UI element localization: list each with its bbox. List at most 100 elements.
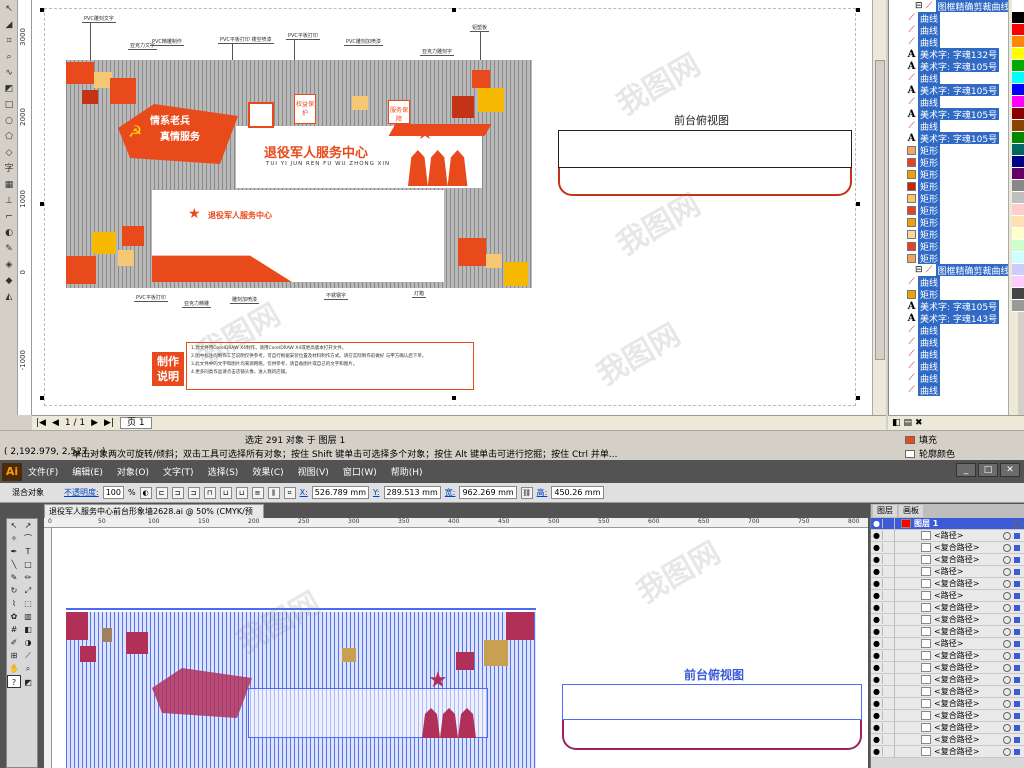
object-row[interactable]: ⟋ 曲线 <box>889 96 1008 108</box>
visibility-eye-icon[interactable]: ● <box>871 627 883 636</box>
object-row[interactable]: 矩形 <box>889 180 1008 192</box>
gradient-tool-icon[interactable]: ◧ <box>21 623 35 636</box>
target-circle-icon[interactable] <box>1003 639 1011 648</box>
object-row[interactable]: 矩形 <box>889 204 1008 216</box>
lock-toggle[interactable] <box>883 625 895 638</box>
ellipse-tool-icon[interactable]: ○ <box>2 114 16 128</box>
align-left-icon[interactable]: ⊏ <box>155 486 168 499</box>
opacity-input[interactable]: 100 <box>102 486 124 499</box>
object-row[interactable]: ⟋ 曲线 <box>889 24 1008 36</box>
visibility-eye-icon[interactable]: ● <box>871 747 883 756</box>
lock-toggle[interactable] <box>883 661 895 674</box>
interactive-fill-icon[interactable]: ◭ <box>2 290 16 304</box>
target-circle-icon[interactable] <box>1003 735 1011 744</box>
visibility-eye-icon[interactable]: ● <box>871 639 883 648</box>
new-layer-icon[interactable]: ◧ <box>892 418 901 428</box>
palette-swatch[interactable] <box>1012 72 1024 84</box>
sublayer-row[interactable]: ● <复合路径> <box>871 673 1024 686</box>
palette-swatch[interactable] <box>1012 252 1024 264</box>
lock-toggle[interactable] <box>883 601 895 614</box>
fill-tool-icon[interactable]: ◆ <box>2 274 16 288</box>
pencil-tool-icon[interactable]: ✏ <box>21 571 35 584</box>
palette-swatch[interactable] <box>1012 204 1024 216</box>
mesh-tool-icon[interactable]: # <box>7 623 21 636</box>
palette-swatch[interactable] <box>1012 300 1024 312</box>
corel-canvas[interactable]: PVC雕刻文字 亚克力文字 PVC精雕制作 PVC平板打印 镂空喷漆 PVC平板… <box>32 0 872 415</box>
visibility-eye-icon[interactable]: ● <box>871 603 883 612</box>
visibility-eye-icon[interactable]: ● <box>871 615 883 624</box>
lock-toggle[interactable] <box>883 673 895 686</box>
collapse-icon[interactable]: ⊟ <box>915 265 923 275</box>
ai-canvas[interactable]: ★ 前台俯视图 我图网 我图网 <box>52 528 868 768</box>
sublayer-row[interactable]: ● <复合路径> <box>871 553 1024 566</box>
palette-swatch[interactable] <box>1012 108 1024 120</box>
object-row[interactable]: 矩形 <box>889 144 1008 156</box>
lock-toggle[interactable] <box>883 745 895 758</box>
object-row[interactable]: ⟋ 曲线 <box>889 348 1008 360</box>
scroll-thumb[interactable] <box>875 60 885 360</box>
object-row[interactable]: ⟋ 曲线 <box>889 36 1008 48</box>
menu-help[interactable]: 帮助(H) <box>391 465 423 478</box>
prev-page-icon[interactable]: ◀ <box>52 418 59 428</box>
help-icon[interactable]: ? <box>7 675 21 688</box>
palette-swatch[interactable] <box>1012 96 1024 108</box>
corel-vertical-scrollbar[interactable] <box>872 0 886 415</box>
basic-shapes-icon[interactable]: ◇ <box>2 146 16 160</box>
selection-handle[interactable] <box>40 8 44 12</box>
visibility-eye-icon[interactable]: ● <box>871 591 883 600</box>
menu-window[interactable]: 窗口(W) <box>343 465 377 478</box>
next-page-icon[interactable]: ▶ <box>91 418 98 428</box>
palette-swatch[interactable] <box>1012 60 1024 72</box>
selection-handle[interactable] <box>40 202 44 206</box>
tab-artboards[interactable]: 画板 <box>899 505 923 517</box>
hand-tool-icon[interactable]: ✋ <box>7 662 21 675</box>
target-circle-icon[interactable] <box>1003 591 1011 600</box>
palette-swatch[interactable] <box>1012 156 1024 168</box>
sublayer-row[interactable]: ● <复合路径> <box>871 661 1024 674</box>
minimize-icon[interactable]: _ <box>956 463 976 477</box>
target-circle-icon[interactable] <box>1003 711 1011 720</box>
last-page-icon[interactable]: ▶| <box>104 418 114 428</box>
graph-tool-icon[interactable]: ▥ <box>21 610 35 623</box>
zoom-tool-icon[interactable]: ⌕ <box>2 50 16 64</box>
menu-edit[interactable]: 编辑(E) <box>72 465 103 478</box>
lock-toggle[interactable] <box>883 589 895 602</box>
visibility-eye-icon[interactable]: ● <box>871 579 883 588</box>
visibility-eye-icon[interactable]: ● <box>871 675 883 684</box>
lock-toggle[interactable] <box>883 577 895 590</box>
smart-fill-icon[interactable]: ◩ <box>2 82 16 96</box>
lock-toggle[interactable] <box>883 709 895 722</box>
visibility-eye-icon[interactable]: ● <box>871 711 883 720</box>
page-tab[interactable]: 页 1 <box>120 417 152 429</box>
object-row[interactable]: ⟋ 曲线 <box>889 324 1008 336</box>
sublayer-row[interactable]: ● <复合路径> <box>871 685 1024 698</box>
crop-tool-icon[interactable]: ⌗ <box>2 34 16 48</box>
sublayer-row[interactable]: ● <复合路径> <box>871 733 1024 746</box>
target-circle-icon[interactable] <box>1003 723 1011 732</box>
palette-swatch[interactable] <box>1012 180 1024 192</box>
lock-toggle[interactable] <box>883 733 895 746</box>
freehand-tool-icon[interactable]: ∿ <box>2 66 16 80</box>
recolor-icon[interactable]: ◐ <box>139 486 152 499</box>
sublayer-row[interactable]: ● <复合路径> <box>871 709 1024 722</box>
magic-wand-icon[interactable]: ✧ <box>7 532 21 545</box>
object-row[interactable]: ⟋ 曲线 <box>889 372 1008 384</box>
line-tool-icon[interactable]: ╲ <box>7 558 21 571</box>
target-circle-icon[interactable] <box>1003 687 1011 696</box>
sublayer-row[interactable]: ● <路径> <box>871 529 1024 542</box>
collapse-icon[interactable]: ⊟ <box>915 1 923 11</box>
target-circle-icon[interactable] <box>1003 663 1011 672</box>
object-row[interactable]: 矩形 <box>889 168 1008 180</box>
sublayer-row[interactable]: ● <复合路径> <box>871 745 1024 758</box>
align-right-icon[interactable]: ⊐ <box>187 486 200 499</box>
visibility-eye-icon[interactable]: ● <box>871 687 883 696</box>
object-row[interactable]: 矩形 <box>889 156 1008 168</box>
align-top-icon[interactable]: ⊓ <box>203 486 216 499</box>
object-row[interactable]: 矩形 <box>889 240 1008 252</box>
target-circle-icon[interactable] <box>1003 747 1011 756</box>
selection-handle[interactable] <box>856 396 860 400</box>
target-circle-icon[interactable] <box>1003 651 1011 660</box>
blend-tool-icon[interactable]: ◐ <box>2 226 16 240</box>
lock-toggle[interactable] <box>883 541 895 554</box>
palette-swatch[interactable] <box>1012 132 1024 144</box>
